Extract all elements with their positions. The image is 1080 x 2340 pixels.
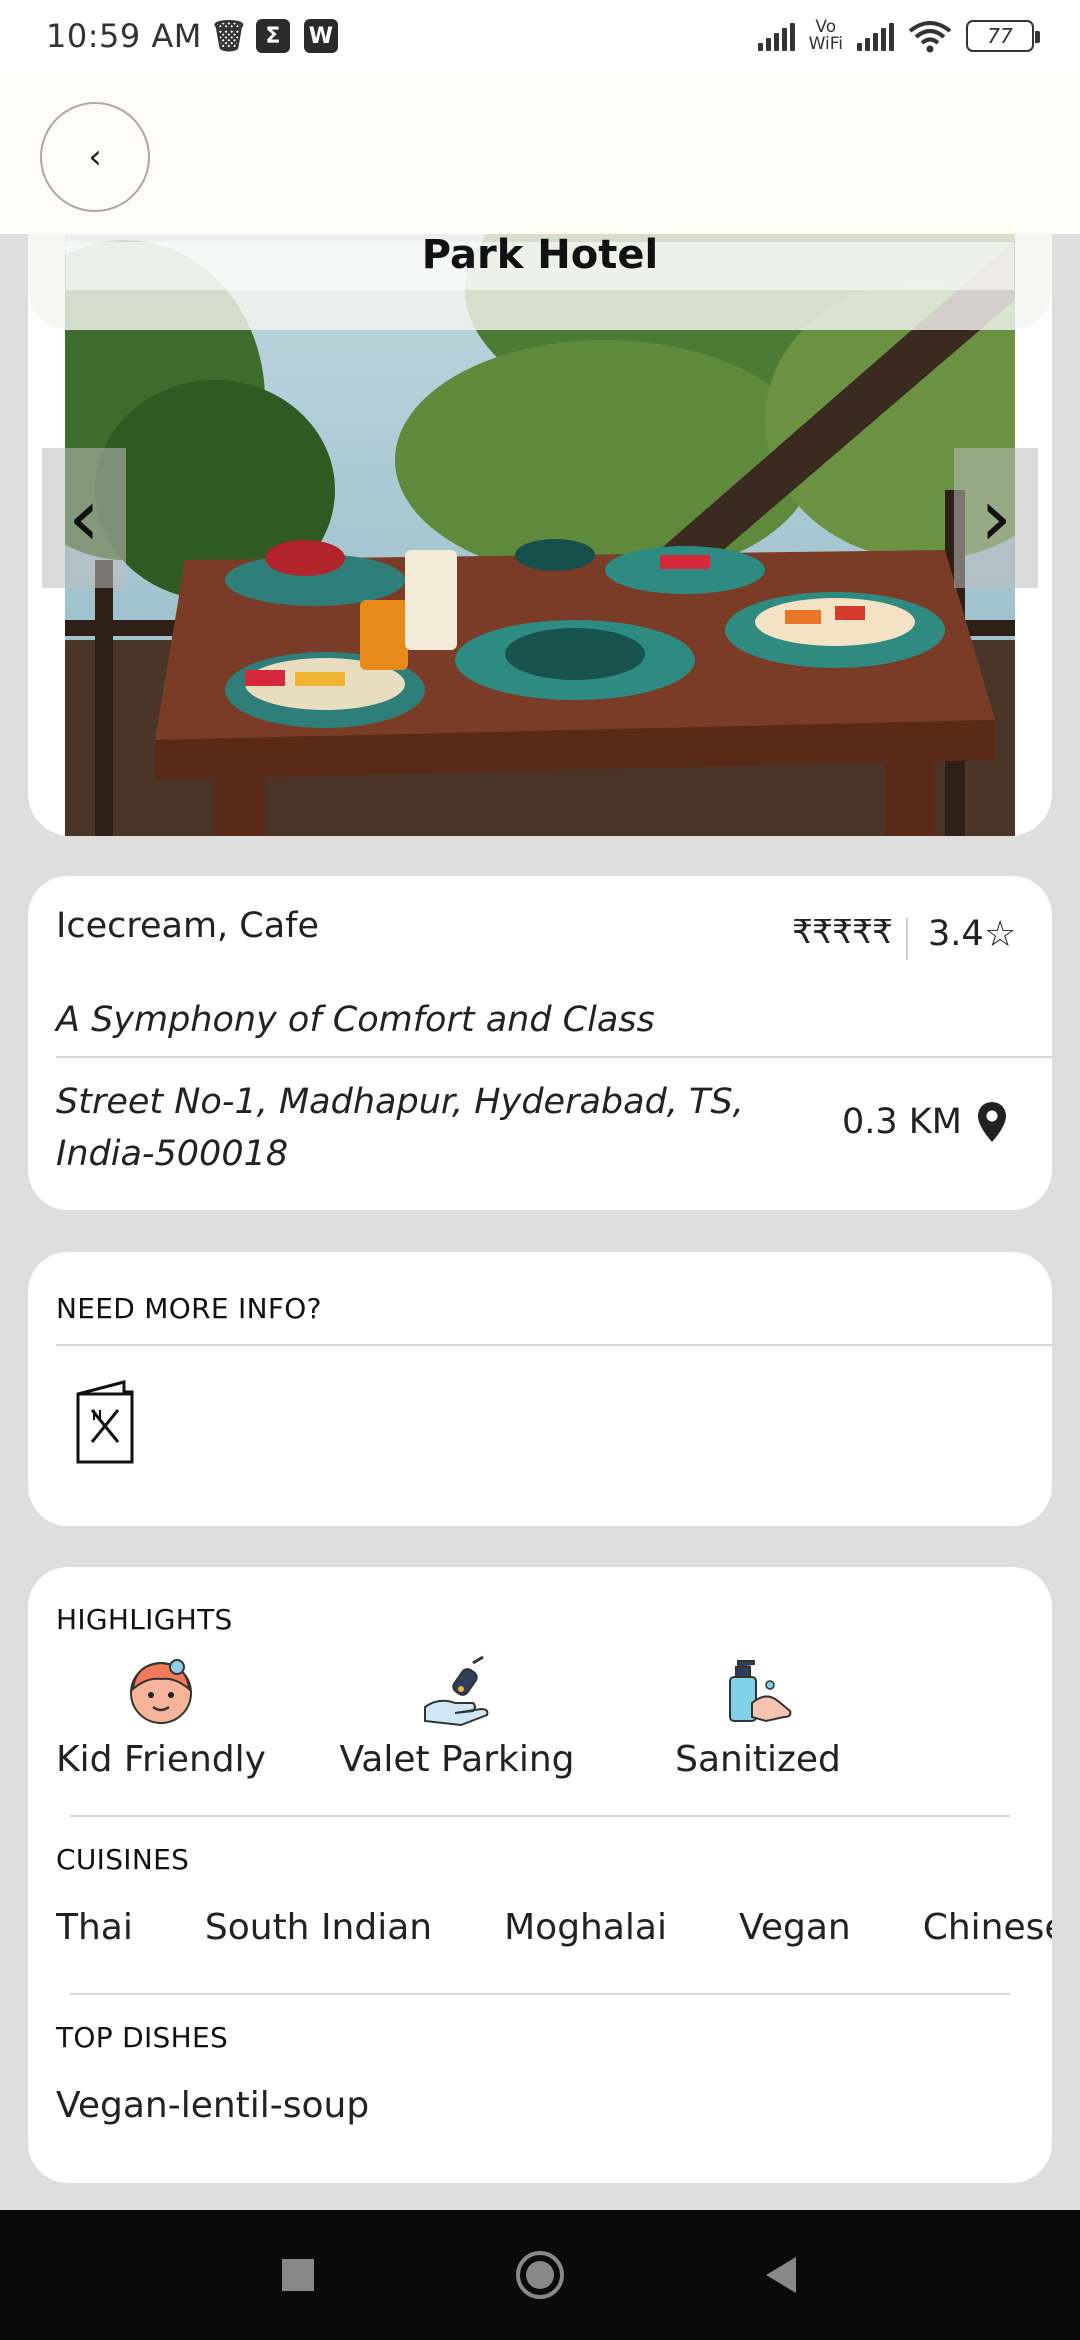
highlight-label: Valet Parking: [339, 1739, 575, 1780]
hotel-address: Street No-1, Madhapur, Hyderabad, TS, In…: [56, 1082, 744, 1174]
car-key-hand-icon: [424, 1655, 489, 1727]
hotel-name: Park Hotel: [421, 232, 659, 278]
wifi-icon: [908, 21, 952, 53]
section-label: NEED MORE INFO?: [56, 1292, 322, 1325]
status-right: Vo WiFi 77: [757, 17, 1040, 54]
cuisine-list: Thai South Indian Moghalai Vegan Chinese: [56, 1907, 1052, 1948]
highlight-item: Sanitized: [648, 1655, 868, 1780]
hotel-categories: Icecream, Cafe: [56, 906, 320, 946]
signal-icon: [757, 21, 795, 51]
chevron-left-icon: ‹: [68, 471, 100, 564]
sanitizer-hand-icon: [729, 1660, 792, 1723]
chevron-left-icon: ‹: [88, 137, 102, 177]
trash-icon: 🗑: [209, 18, 248, 54]
wps-app-icon: W: [303, 19, 338, 53]
carousel-prev-button[interactable]: ‹: [42, 448, 126, 588]
highlight-item: Kid Friendly: [56, 1655, 266, 1780]
cuisine-item: South Indian: [204, 1907, 433, 1948]
section-label: TOP DISHES: [56, 2021, 229, 2054]
recents-square-icon[interactable]: [272, 2249, 324, 2301]
hotel-tagline: A Symphony of Comfort and Class: [56, 1000, 655, 1040]
carousel-next-button[interactable]: ›: [954, 448, 1038, 588]
kid-face-icon: [130, 1659, 192, 1724]
notification-icons: 🗑 Σ W: [209, 18, 338, 54]
sigma-app-icon: Σ: [255, 19, 290, 53]
more-info-card: NEED MORE INFO?: [28, 1252, 1052, 1526]
divider: [70, 1993, 1010, 1995]
highlight-item: Valet Parking: [336, 1655, 578, 1780]
price-level: ₹₹₹₹₹: [792, 912, 893, 951]
location-pin-icon[interactable]: [976, 1100, 1008, 1144]
battery-icon: 77: [966, 20, 1040, 52]
status-time: 10:59 AM: [46, 17, 202, 55]
rating-value: 3.4: [928, 914, 984, 954]
dish-item: Vegan-lentil-soup: [56, 2085, 370, 2126]
highlight-label: Kid Friendly: [56, 1739, 266, 1780]
status-bar: 10:59 AM 🗑 Σ W Vo WiFi 77: [0, 0, 1080, 72]
chevron-right-icon: ›: [980, 471, 1012, 564]
distance: 0.3 KM: [842, 1102, 962, 1142]
hotel-info-card: Icecream, Cafe ₹₹₹₹₹ 3.4 ☆ A Symphony of…: [28, 876, 1052, 1210]
cuisine-item: Moghalai: [504, 1907, 667, 1948]
signal-icon-2: [857, 21, 894, 51]
menu-card-icon[interactable]: [74, 1380, 136, 1464]
highlights-card: HIGHLIGHTS Kid Friendly Valet Parking Sa…: [28, 1567, 1052, 2183]
cuisine-item: Chinese: [922, 1907, 1052, 1948]
star-outline-icon: ☆: [984, 914, 1017, 955]
back-triangle-icon[interactable]: [756, 2249, 808, 2301]
divider: [70, 1815, 1010, 1817]
cuisine-item: Vegan: [739, 1907, 851, 1948]
system-nav-bar: [0, 2210, 1080, 2340]
hotel-image-card: Park Hotel ‹ ›: [28, 160, 1052, 836]
vowifi-icon: Vo WiFi: [808, 17, 843, 54]
back-button[interactable]: ‹: [40, 102, 150, 212]
section-label: HIGHLIGHTS: [56, 1603, 233, 1636]
cuisine-item: Thai: [56, 1907, 133, 1948]
divider: [56, 1056, 1052, 1058]
home-circle-icon[interactable]: [514, 2249, 566, 2301]
header: ‹: [0, 72, 1080, 234]
divider: [906, 918, 908, 960]
section-label: CUISINES: [56, 1843, 190, 1876]
divider: [56, 1344, 1052, 1346]
highlight-label: Sanitized: [675, 1739, 841, 1780]
